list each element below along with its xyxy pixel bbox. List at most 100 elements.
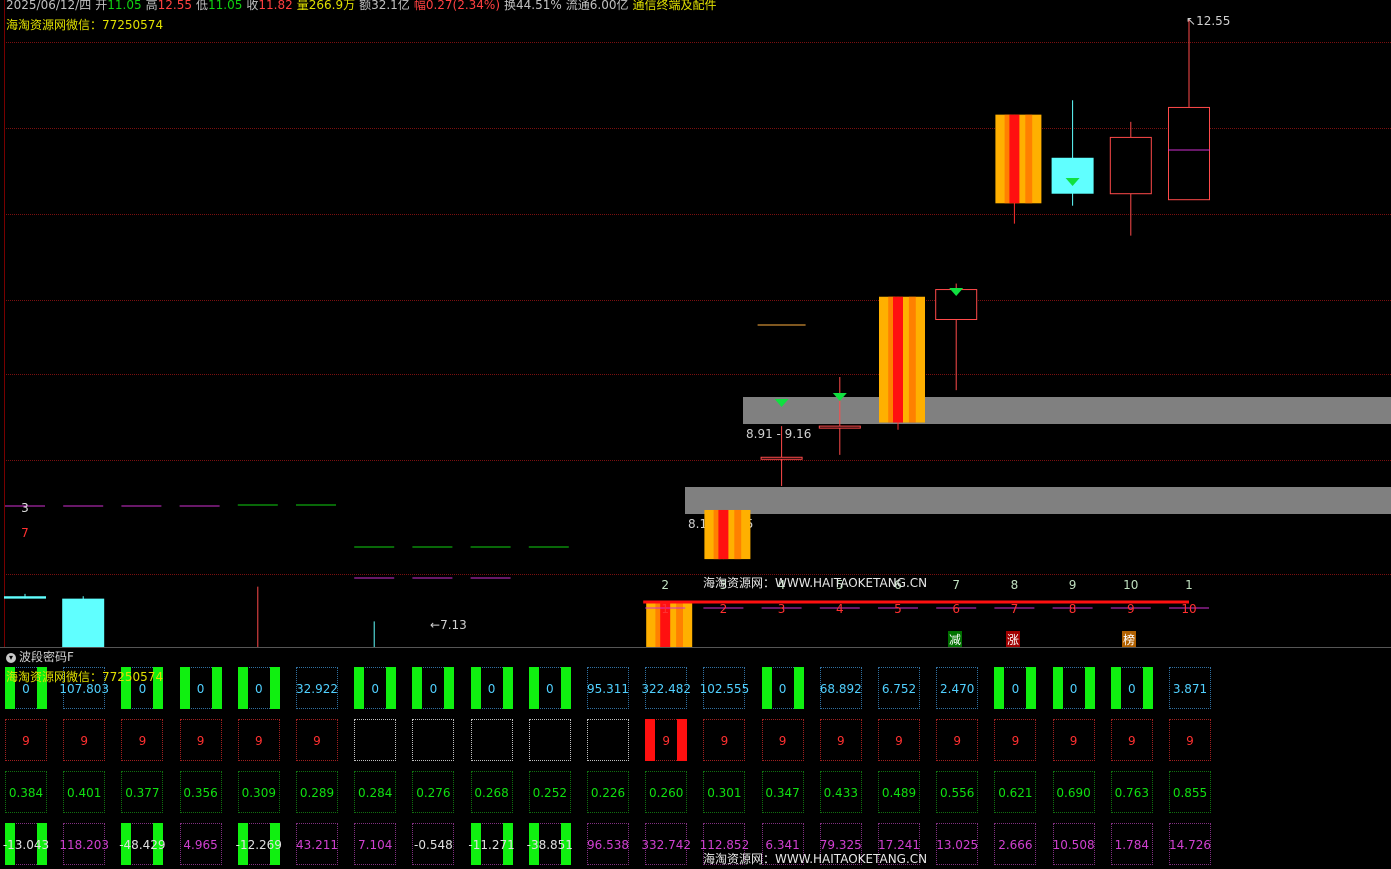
indicator-cell-row1-value: 0 bbox=[1011, 682, 1020, 696]
indicator-cell-row3-value: 0.556 bbox=[940, 786, 975, 800]
indicator-cell-row1-value: 95.311 bbox=[587, 682, 629, 696]
indicator-cell-row2-box bbox=[354, 719, 397, 761]
indicator-cell-row2-box bbox=[470, 719, 513, 761]
header-close: 11.82 bbox=[258, 0, 293, 12]
indicator-cell-row1-value: 0 bbox=[429, 682, 438, 696]
indicator-cell-row2-value: 9 bbox=[895, 734, 903, 748]
high-price-label: ↖12.55 bbox=[1186, 14, 1231, 28]
candle-body-up bbox=[818, 425, 861, 429]
candle-center-stripe bbox=[1009, 114, 1020, 204]
candle-stripe bbox=[734, 509, 742, 560]
count-label-top: 9 bbox=[1069, 578, 1077, 592]
quote-header: 2025/06/12/四 开11.05 高12.55 低11.05 收11.82 量266… bbox=[6, 0, 721, 12]
indicator-cell-row2-value: 9 bbox=[254, 734, 263, 748]
header-high: 12.55 bbox=[157, 0, 192, 12]
indicator-cell-row3-value: 0.309 bbox=[241, 786, 276, 800]
candle-stripe bbox=[676, 603, 683, 647]
count-label-bottom: 5 bbox=[894, 602, 902, 616]
count-label-bottom: 8 bbox=[1069, 602, 1077, 616]
indicator-cell-row4-value: 118.203 bbox=[59, 838, 109, 852]
indicator-cell-row1-value: 0 bbox=[196, 682, 205, 696]
indicator-cell-row4-value: 10.508 bbox=[1052, 838, 1095, 852]
candle-body-down bbox=[4, 596, 46, 599]
watermark-panel-top-left: 海淘资源网微信：77250574 bbox=[6, 670, 164, 684]
header-float: 流通6.00亿 bbox=[565, 0, 629, 12]
indicator-cell-row3-value: 0.260 bbox=[649, 786, 684, 800]
candlestick-series: 32 3 4 5 6 7 8 9 10 171 2 3 4 5 6 7 8 9 10 bbox=[4, 20, 1210, 647]
header-low: 11.05 bbox=[207, 0, 243, 12]
header-high-label: 高 bbox=[145, 0, 158, 12]
header-turnover: 换44.51% bbox=[504, 0, 562, 12]
indicator-cell-row3-value: 0.621 bbox=[998, 786, 1033, 800]
header-change: 幅0.27(2.34%) bbox=[413, 0, 501, 12]
header-date: 2025/06/12/四 bbox=[6, 0, 92, 12]
high-price-value: 12.55 bbox=[1196, 14, 1231, 28]
indicator-cell-row2-box bbox=[412, 719, 455, 761]
down-arrow-icon bbox=[774, 399, 789, 407]
candle-center-stripe bbox=[718, 509, 729, 560]
count-label-bottom: 2 bbox=[720, 602, 728, 616]
price-chart[interactable]: 8.91 - 9.16 8.10 - 8.35 3234567891017123… bbox=[0, 0, 1391, 648]
indicator-cell-row4-value: 2.666 bbox=[998, 838, 1033, 852]
indicator-cell-row4-value: 13.025 bbox=[936, 838, 979, 852]
candle-body-up bbox=[1109, 136, 1152, 195]
low-price-value: 7.13 bbox=[440, 618, 467, 632]
indicator-cell-row4-value: 43.211 bbox=[296, 838, 338, 852]
header-close-label: 收 bbox=[246, 0, 259, 12]
count-label-top: 10 bbox=[1123, 578, 1138, 592]
watermark-bottom: 海淘资源网：WWW.HAITAOKETANG.CN bbox=[703, 852, 928, 866]
indicator-cell-row2-box bbox=[528, 719, 571, 761]
count-label-top: 1 bbox=[1185, 578, 1193, 592]
down-arrow-icon bbox=[832, 393, 847, 401]
indicator-cell-row3-value: 0.289 bbox=[299, 786, 335, 800]
indicator-cell-row3-value: 0.690 bbox=[1056, 786, 1091, 800]
indicator-cell-row3-value: 0.347 bbox=[765, 786, 800, 800]
indicator-cell-row2-value: 9 bbox=[1069, 734, 1078, 748]
count-label-bottom: 1 bbox=[661, 602, 669, 616]
indicator-cell-row2-value: 9 bbox=[1011, 734, 1020, 748]
indicator-cell-row4-value: -48.429 bbox=[119, 838, 166, 852]
indicator-cell-row2-value: 9 bbox=[953, 734, 961, 748]
indicator-cell-row4-value: 14.726 bbox=[1169, 838, 1211, 852]
indicator-cell-row4-value: 7.104 bbox=[358, 838, 393, 852]
candle-body-down bbox=[1051, 157, 1094, 194]
indicator-cell-row1-value: 0 bbox=[1069, 682, 1078, 696]
indicator-cell-row3-value: 0.356 bbox=[183, 786, 218, 800]
header-open: 11.05 bbox=[107, 0, 142, 12]
indicator-cell-row4-value: 96.538 bbox=[587, 838, 629, 852]
indicator-cell-row2-value: 9 bbox=[662, 734, 670, 748]
indicator-cell-row3-value: 0.401 bbox=[67, 786, 102, 800]
indicator-cell-row1-value: 0 bbox=[778, 682, 787, 696]
indicator-panel[interactable]: 0 107.803 0 0 0 32.922 0 0 0 0 95.311 322.482 102.55… bbox=[0, 660, 1391, 869]
indicator-cell-row1-value: 68.892 bbox=[819, 682, 862, 696]
indicator-cell-row4-value: -13.043 bbox=[2, 838, 50, 852]
indicator-cell-row3-value: 0.855 bbox=[1172, 786, 1208, 800]
header-industry: 通信终端及配件 bbox=[632, 0, 717, 12]
indicator-cell-row1-value: 3.871 bbox=[1172, 682, 1208, 696]
watermark-top-left: 海淘资源网微信：77250574 bbox=[6, 18, 164, 32]
indicator-cell-row1-value: 102.555 bbox=[699, 682, 750, 696]
indicator-cell-row3-value: 0.433 bbox=[823, 786, 858, 800]
candle-body-up bbox=[760, 456, 803, 460]
panel-separator[interactable] bbox=[0, 647, 1391, 648]
indicator-cell-row3-value: 0.284 bbox=[358, 786, 393, 800]
indicator-cell-row1-value: 0 bbox=[545, 682, 554, 696]
indicator-cell-row4-value: -12.269 bbox=[235, 838, 282, 852]
count-label-bottom: 3 bbox=[778, 602, 786, 616]
count-label-bottom: 6 bbox=[952, 602, 960, 616]
count-label-bottom: 10 bbox=[1181, 602, 1196, 616]
tag-list: 榜 bbox=[1122, 631, 1137, 648]
header-volume: 量266.9万 bbox=[296, 0, 356, 12]
indicator-cell-row3-value: 0.276 bbox=[416, 786, 451, 800]
indicator-cell-row3-value: 0.763 bbox=[1114, 786, 1149, 800]
indicator-cell-row1-value: 0 bbox=[254, 682, 263, 696]
candle-stripe bbox=[1025, 114, 1033, 204]
indicator-cell-row3-value: 0.268 bbox=[474, 786, 509, 800]
indicator-cell-row4-value: -0.548 bbox=[414, 838, 453, 852]
indicator-cell-row1-value: 0 bbox=[1127, 682, 1136, 696]
indicator-cell-row1-value: 0 bbox=[487, 682, 496, 696]
header-open-label: 开 bbox=[95, 0, 108, 12]
header-amount: 额32.1亿 bbox=[359, 0, 410, 12]
indicator-cell-row2-value: 9 bbox=[196, 734, 205, 748]
header-low-label: 低 bbox=[195, 0, 208, 12]
